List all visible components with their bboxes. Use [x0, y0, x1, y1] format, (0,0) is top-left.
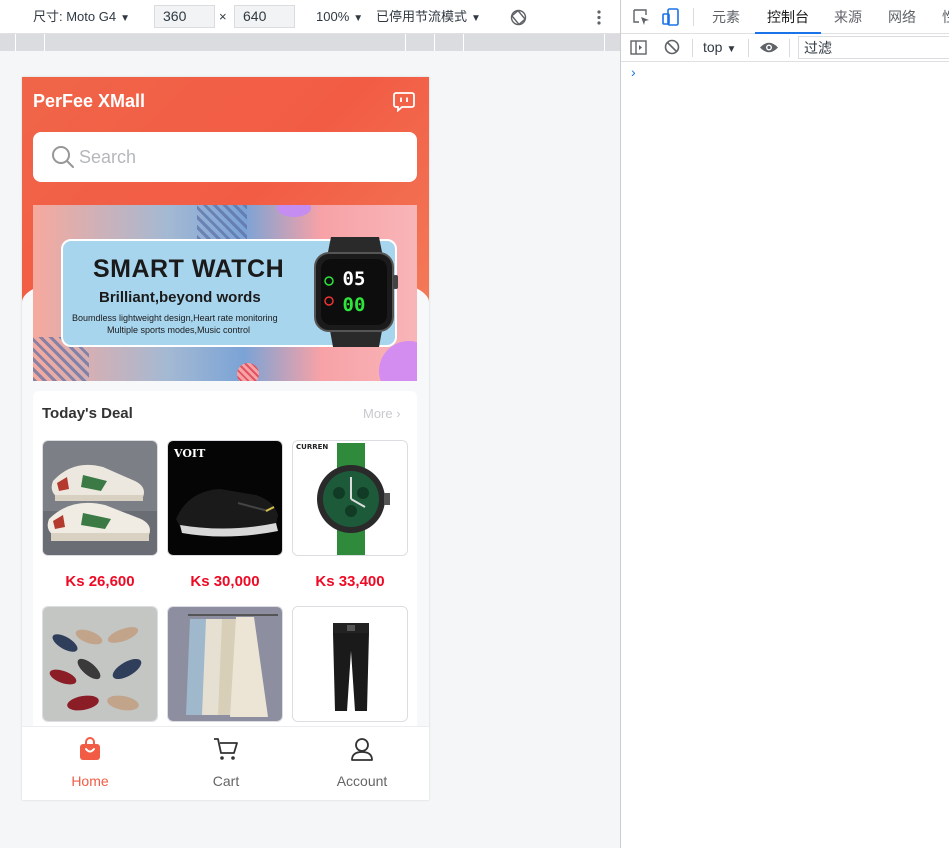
throttling-value: 已停用节流模式 — [376, 9, 468, 24]
product-price: Ks 30,000 — [190, 573, 260, 590]
smartwatch-image: 05 00 — [314, 237, 398, 347]
caret-down-icon: ▼ — [726, 44, 737, 55]
devtools-panel: 元素 控制台 来源 网络 性 top▼ › — [620, 0, 949, 848]
devtools-tab-bar: 元素 控制台 来源 网络 性 — [621, 0, 949, 34]
console-prompt-chevron[interactable]: › — [631, 64, 636, 80]
shopping-bag-icon — [80, 737, 100, 760]
banner-decoration — [237, 363, 259, 381]
device-toolbar: 尺寸: Moto G4 ▼ 360 × 640 100% ▼ 已停用节流模式 ▼ — [0, 0, 620, 34]
context-select[interactable]: top ▼ — [703, 34, 736, 62]
ruler-divider — [434, 34, 435, 51]
more-options-icon[interactable] — [596, 9, 602, 26]
toolbar-divider — [693, 8, 694, 26]
width-input[interactable]: 360 — [154, 5, 215, 28]
search-input[interactable] — [79, 144, 399, 170]
live-expression-eye-icon[interactable] — [759, 41, 779, 54]
watch-time-top: 05 — [343, 268, 366, 290]
nav-cart[interactable]: Cart — [158, 727, 294, 800]
times-symbol: × — [219, 9, 227, 24]
product-card[interactable]: VOIT — [167, 440, 283, 556]
caret-down-icon: ▼ — [471, 13, 481, 24]
height-input[interactable]: 640 — [234, 5, 295, 28]
chevron-right-icon: › — [392, 406, 401, 421]
sidebar-toggle-icon[interactable] — [630, 40, 647, 55]
flats-image — [43, 607, 157, 721]
device-select-label: 尺寸: Moto G4 — [33, 9, 117, 24]
caret-down-icon: ▼ — [120, 13, 130, 24]
device-toggle-icon[interactable] — [662, 8, 680, 26]
toolbar-divider — [789, 39, 790, 57]
zoom-select[interactable]: 100% ▼ — [316, 0, 363, 34]
product-card[interactable]: CURREN — [292, 440, 408, 556]
brand-logo-text: CURREN — [296, 443, 328, 451]
tab-elements[interactable]: 元素 — [712, 0, 740, 34]
nav-label: Cart — [212, 773, 240, 789]
ruler-divider — [463, 34, 464, 51]
app-title: PerFee XMall — [33, 91, 146, 111]
tab-network[interactable]: 网络 — [888, 0, 916, 34]
zoom-value: 100% — [316, 9, 350, 24]
product-card[interactable] — [42, 606, 158, 722]
clear-console-icon[interactable] — [664, 39, 680, 55]
console-toolbar: top ▼ — [621, 34, 949, 62]
search-box[interactable] — [33, 132, 417, 182]
caret-down-icon: ▼ — [353, 13, 364, 24]
bottom-navigation: Home Cart Account — [22, 726, 429, 800]
tab-performance[interactable]: 性 — [942, 0, 949, 34]
nav-account[interactable]: Account — [294, 727, 429, 800]
inspect-element-icon[interactable] — [633, 9, 650, 26]
product-price: Ks 33,400 — [315, 573, 385, 590]
toolbar-divider — [748, 39, 749, 57]
black-shoe-image: VOIT — [168, 441, 282, 555]
banner-feature-line: Boumdless lightweight design,Heart rate … — [72, 313, 278, 323]
nav-label: Home — [71, 773, 109, 789]
more-link-label: More — [363, 406, 393, 421]
ruler-divider — [15, 34, 16, 51]
trousers-image — [293, 607, 407, 721]
banner-decoration — [379, 341, 417, 381]
promo-banner[interactable]: SMART WATCH Brilliant,beyond words Boumd… — [33, 205, 417, 381]
banner-feature-line: Multiple sports modes,Music control — [107, 325, 251, 335]
chat-icon[interactable] — [393, 91, 415, 112]
green-watch-image: CURREN — [293, 441, 407, 555]
context-value: top — [703, 39, 723, 55]
nav-home[interactable]: Home — [22, 727, 158, 800]
product-card[interactable] — [42, 440, 158, 556]
ruler-divider — [405, 34, 406, 51]
media-query-bar[interactable] — [0, 34, 620, 51]
rotate-icon[interactable] — [510, 9, 527, 26]
ruler-divider — [44, 34, 45, 51]
cart-icon — [214, 738, 238, 760]
product-card[interactable] — [167, 606, 283, 722]
tab-sources[interactable]: 来源 — [834, 0, 862, 34]
sneaker-image — [43, 441, 157, 555]
toolbar-divider — [692, 39, 693, 57]
section-title: Today's Deal — [42, 405, 133, 422]
device-select[interactable]: 尺寸: Moto G4 ▼ — [33, 0, 130, 34]
more-link[interactable]: More › — [363, 406, 401, 421]
console-filter-input[interactable] — [798, 36, 949, 59]
user-icon — [351, 738, 373, 761]
brand-logo-text: VOIT — [173, 447, 206, 460]
tab-console[interactable]: 控制台 — [755, 0, 821, 34]
search-icon — [52, 146, 74, 168]
dresses-image — [168, 607, 282, 721]
throttling-select[interactable]: 已停用节流模式 ▼ — [376, 0, 481, 34]
device-emulation-pane: 尺寸: Moto G4 ▼ 360 × 640 100% ▼ 已停用节流模式 ▼ Pe… — [0, 0, 620, 848]
banner-decoration — [197, 205, 247, 239]
banner-title: SMART WATCH — [93, 255, 285, 283]
watch-time-bottom: 00 — [343, 294, 366, 316]
nav-label: Account — [336, 773, 388, 789]
ruler-divider — [604, 34, 605, 51]
device-viewport: PerFee XMall SMART WATCH Brilliant,beyon… — [22, 77, 429, 800]
product-price: Ks 26,600 — [65, 573, 135, 590]
banner-decoration — [277, 205, 311, 217]
todays-deal-section: Today's Deal More › Ks 26,600 VOIT Ks 30… — [33, 391, 417, 731]
product-card[interactable] — [292, 606, 408, 722]
banner-subtitle: Brilliant,beyond words — [99, 289, 261, 306]
